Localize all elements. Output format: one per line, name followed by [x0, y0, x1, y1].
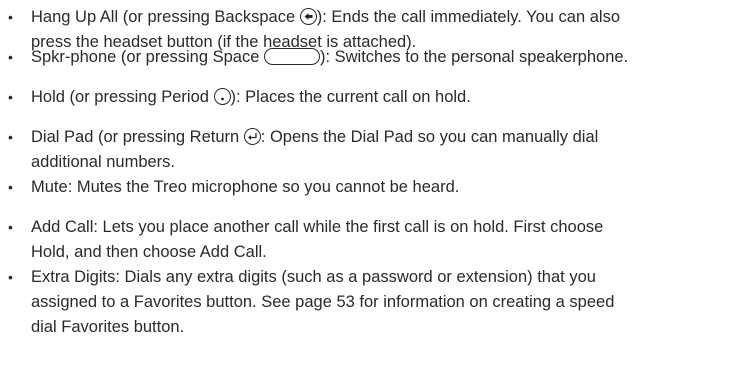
text-line: Hold (or pressing Period ): Places the c… — [31, 85, 747, 110]
description-text: (or pressing Period — [64, 88, 214, 106]
bullet-icon: • — [8, 49, 13, 65]
bullet-icon: • — [8, 9, 13, 25]
description-text: (or pressing Space — [116, 48, 264, 66]
term-label: Dial Pad (or pressing Return — [31, 128, 240, 146]
term-label: Add Call — [31, 218, 94, 236]
text-line: dial Favorites button. — [31, 315, 747, 340]
text-line: additional numbers. — [31, 150, 747, 175]
text-line: Spkr-phone (or pressing Space ): Switche… — [31, 45, 747, 70]
list-item: • Hold (or pressing Period ): Places the … — [0, 85, 755, 110]
text-line: Mute: Mutes the Treo microphone so you c… — [31, 175, 747, 200]
return-key-icon — [243, 128, 261, 145]
description-text: assigned to a Favorites button. See page… — [31, 293, 615, 311]
bullet-icon: • — [8, 89, 13, 105]
term-label: Extra Digits — [31, 268, 116, 286]
description-text: : Dials any extra digits (such as a pass… — [115, 268, 596, 286]
text-line: Add Call: Lets you place another call wh… — [31, 215, 747, 240]
description-text: additional numbers. — [31, 153, 176, 171]
bullet-icon: • — [8, 179, 13, 195]
bullet-icon: • — [8, 269, 13, 285]
text-line: Dial Pad (or pressing Return : Opens the… — [31, 125, 747, 150]
term-label: Hold — [31, 88, 65, 106]
space-key-icon — [263, 48, 320, 65]
list-item: • Dial Pad (or pressing Return : Opens th… — [0, 125, 755, 175]
description-text: ): Switches to the personal speakerphone… — [319, 48, 629, 66]
text-line: assigned to a Favorites button. See page… — [31, 290, 747, 315]
backspace-key-icon — [299, 8, 317, 25]
description-text: : Lets you place another call while the … — [93, 218, 604, 236]
text-line: Extra Digits: Dials any extra digits (su… — [31, 265, 747, 290]
period-key-icon — [213, 88, 231, 105]
description-text: dial Favorites button. — [31, 318, 185, 336]
bullet-icon: • — [8, 219, 13, 235]
text-line: Hang Up All (or pressing Backspace ): En… — [31, 5, 747, 30]
term-label: Mute — [31, 178, 68, 196]
description-text: Hold, and then choose Add Call. — [31, 243, 267, 261]
description-text: ): Ends the call immediately. You can al… — [316, 8, 621, 26]
list-item: • Add Call: Lets you place another call w… — [0, 215, 755, 265]
document-page: • Hang Up All (or pressing Backspace ): E… — [0, 0, 755, 379]
bullet-icon: • — [8, 129, 13, 145]
description-text: ): Places the current call on hold. — [230, 88, 471, 106]
description-text: : Mutes the Treo microphone so you canno… — [67, 178, 460, 196]
term-label: Hang Up All — [31, 8, 119, 26]
list-item: • Mute: Mutes the Treo microphone so you … — [0, 175, 755, 200]
text-line: Hold, and then choose Add Call. — [31, 240, 747, 265]
list-item: • Spkr-phone (or pressing Space ): Switch… — [0, 45, 755, 70]
description-text: (or pressing Backspace — [118, 8, 300, 26]
list-item: • Extra Digits: Dials any extra digits (s… — [0, 265, 755, 340]
term-label: Spkr-phone — [31, 48, 117, 66]
description-text: : Opens the Dial Pad so you can manually… — [260, 128, 599, 146]
